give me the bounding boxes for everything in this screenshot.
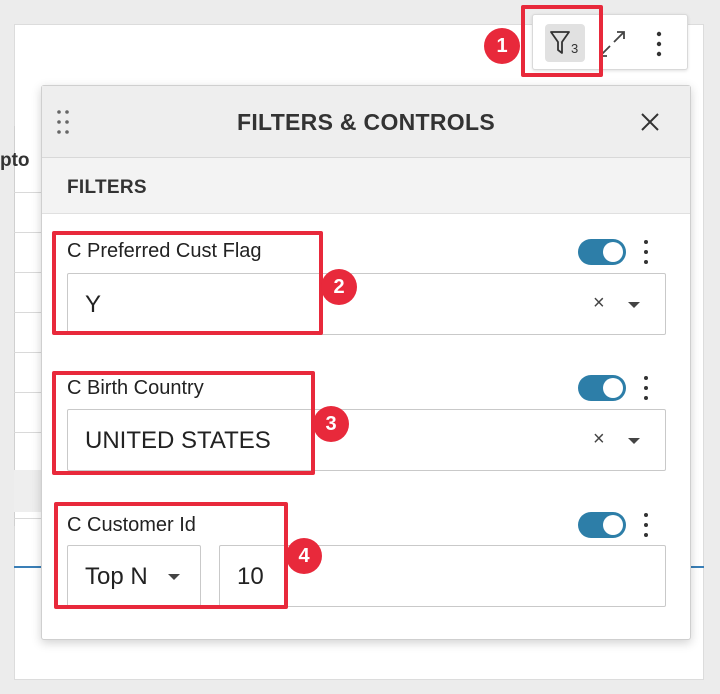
chevron-down-icon[interactable] [628, 438, 640, 444]
background-column-header: pto [0, 150, 30, 171]
filters-controls-panel: FILTERS & CONTROLS FILTERS C Preferred C… [41, 85, 691, 640]
filter-menu-icon[interactable] [639, 511, 653, 539]
filter-icon [550, 31, 570, 54]
background-row-shade [14, 470, 42, 512]
filter-label-birth-country: C Birth Country [67, 377, 204, 399]
close-icon[interactable] [638, 110, 662, 134]
step-badge: 2 [321, 269, 357, 305]
step-badge: 3 [313, 406, 349, 442]
background-divider [14, 126, 15, 526]
chevron-down-icon[interactable] [628, 302, 640, 308]
expand-icon [599, 31, 625, 57]
filter-menu-icon[interactable] [639, 374, 653, 402]
step-badge: 1 [484, 28, 520, 64]
filters-section-header: FILTERS [42, 158, 690, 214]
background-row-line [14, 392, 42, 393]
background-row-line [14, 232, 42, 233]
select-value: Top N [85, 563, 148, 590]
background-row-line [14, 352, 42, 353]
background-row-line [14, 312, 42, 313]
expand-button[interactable] [595, 27, 629, 61]
filter-select-birth-country[interactable]: UNITED STATES × [67, 409, 666, 471]
select-value: UNITED STATES [85, 427, 271, 454]
input-value: 10 [237, 563, 264, 590]
panel-header: FILTERS & CONTROLS [42, 86, 690, 158]
top-n-mode-select[interactable]: Top N [67, 545, 201, 607]
filter-label-preferred-cust-flag: C Preferred Cust Flag [67, 240, 262, 262]
background-row-line [14, 432, 42, 433]
panel-title: FILTERS & CONTROLS [237, 109, 495, 135]
more-options-button[interactable] [645, 27, 673, 61]
select-value: Y [85, 291, 102, 318]
filter-toggle-birth-country[interactable] [578, 375, 626, 401]
clear-icon[interactable]: × [593, 428, 605, 451]
element-toolbar: 3 [532, 14, 688, 70]
filter-count-badge: 3 [571, 41, 579, 56]
filter-menu-icon[interactable] [639, 238, 653, 266]
more-vertical-icon [656, 31, 662, 57]
clear-icon[interactable]: × [593, 292, 605, 315]
background-row-line [14, 192, 42, 193]
filter-button[interactable]: 3 [545, 24, 585, 62]
filter-toggle-customer-id[interactable] [578, 512, 626, 538]
step-badge: 4 [286, 538, 322, 574]
background-row-line [14, 272, 42, 273]
filter-select-preferred-cust-flag[interactable]: Y × [67, 273, 666, 335]
section-title: FILTERS [67, 177, 147, 198]
filter-label-customer-id: C Customer Id [67, 514, 196, 536]
filter-toggle-preferred-cust-flag[interactable] [578, 239, 626, 265]
chevron-down-icon[interactable] [168, 574, 180, 580]
background-row-line [14, 518, 42, 519]
